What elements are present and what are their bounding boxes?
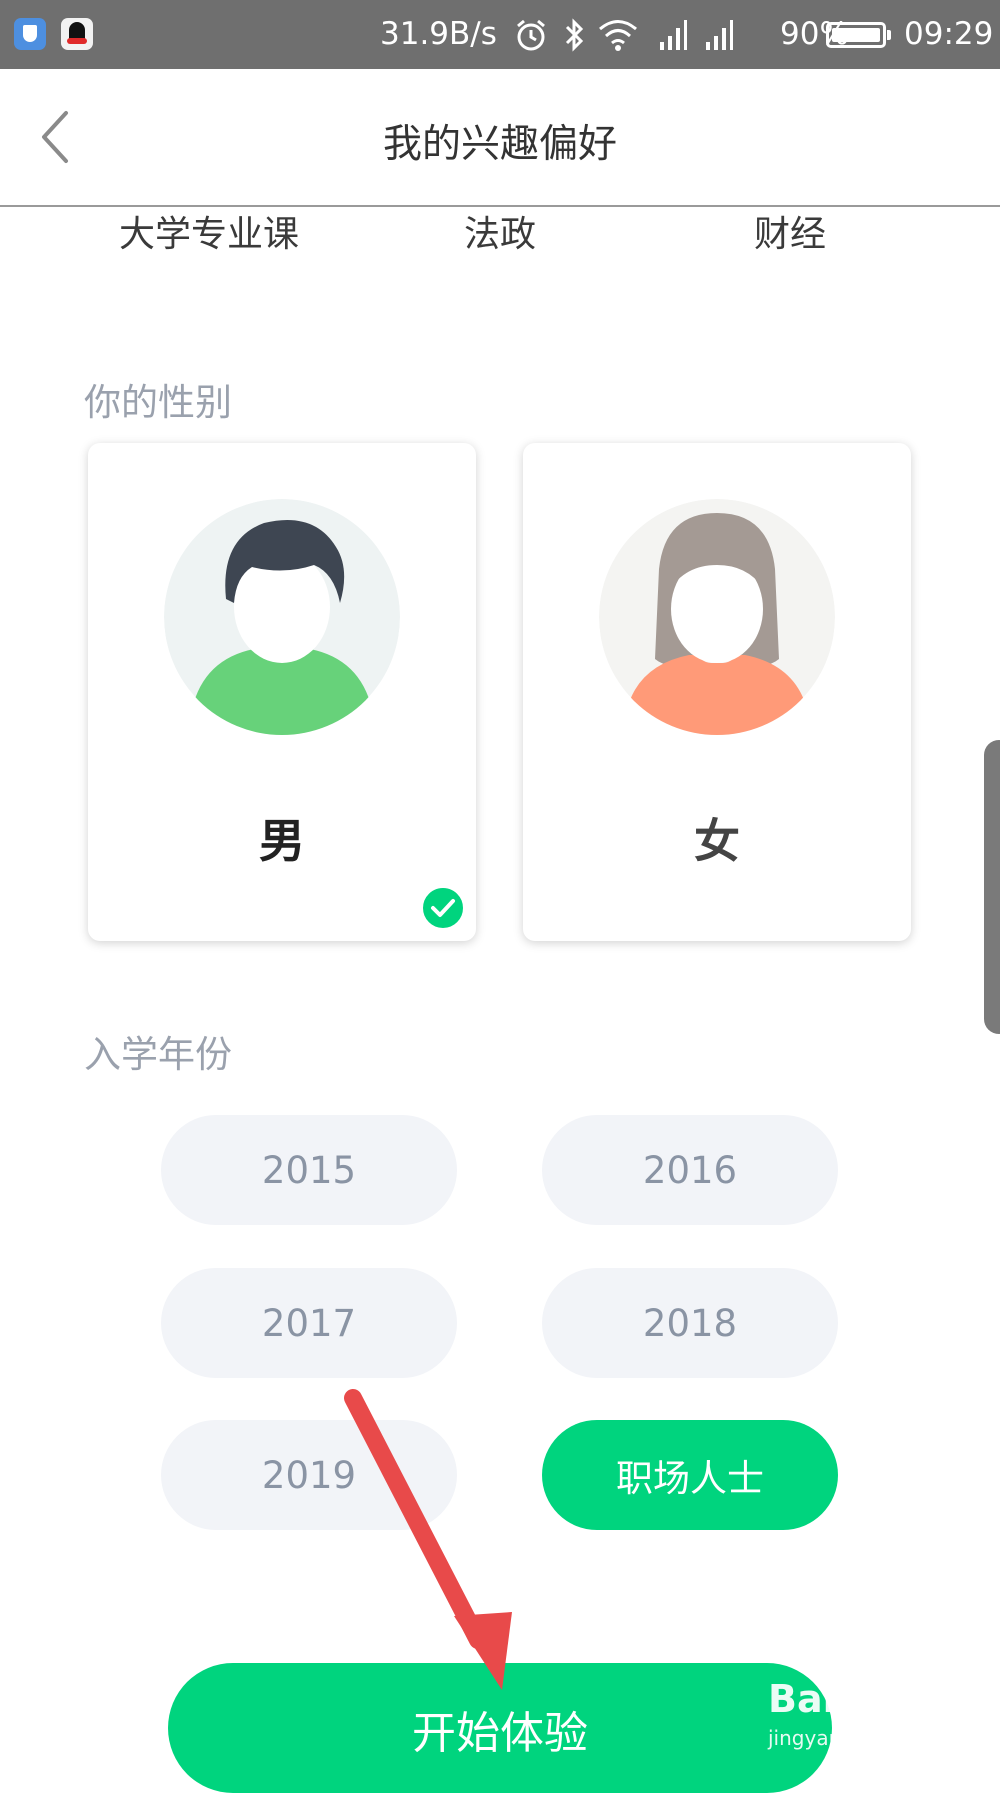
baidu-watermark: Bai经验 jingyan.baidu.com <box>764 1668 954 1758</box>
watermark-sub: jingyan.baidu.com <box>768 1726 953 1750</box>
watermark-main: Bai经验 <box>768 1677 912 1721</box>
annotation-arrow <box>344 1389 512 1690</box>
